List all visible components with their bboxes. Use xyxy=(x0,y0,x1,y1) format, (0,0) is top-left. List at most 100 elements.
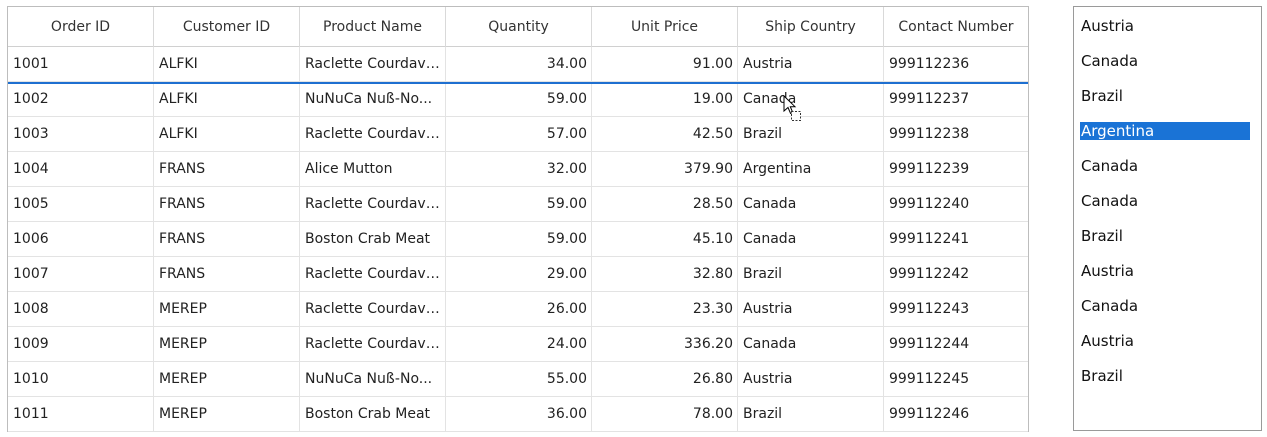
listbox-item[interactable]: Argentina xyxy=(1080,122,1250,140)
cell-order-id[interactable]: 1005 xyxy=(8,187,154,221)
cell-contact-number[interactable]: 999112245 xyxy=(884,362,1028,396)
cell-contact-number[interactable]: 999112243 xyxy=(884,292,1028,326)
listbox-item[interactable]: Canada xyxy=(1080,52,1250,70)
cell-ship-country[interactable]: Brazil xyxy=(738,257,884,291)
listbox-item[interactable]: Canada xyxy=(1080,297,1250,315)
cell-quantity[interactable]: 59.00 xyxy=(446,82,592,116)
cell-unit-price[interactable]: 379.90 xyxy=(592,152,738,186)
column-header-quantity[interactable]: Quantity xyxy=(446,7,592,47)
cell-product-name[interactable]: NuNuCa Nuß-No... xyxy=(300,82,446,116)
cell-order-id[interactable]: 1008 xyxy=(8,292,154,326)
cell-product-name[interactable]: Raclette Courdava... xyxy=(300,187,446,221)
cell-product-name[interactable]: Alice Mutton xyxy=(300,152,446,186)
table-row[interactable]: 1011 MEREP Boston Crab Meat 36.00 78.00 Brazi… xyxy=(8,397,1028,432)
country-listbox[interactable]: Austria Canada Brazil Argentina Canada Canada… xyxy=(1073,6,1262,431)
data-grid[interactable]: Order ID Customer ID Product Name Quanti… xyxy=(7,6,1029,432)
cell-ship-country[interactable]: Brazil xyxy=(738,117,884,151)
cell-customer-id[interactable]: FRANS xyxy=(154,187,300,221)
cell-order-id[interactable]: 1011 xyxy=(8,397,154,431)
cell-ship-country[interactable]: Canada xyxy=(738,187,884,221)
listbox-item[interactable]: Austria xyxy=(1080,262,1250,280)
cell-product-name[interactable]: Raclette Courdava... xyxy=(300,257,446,291)
cell-product-name[interactable]: Raclette Courdava... xyxy=(300,327,446,361)
cell-contact-number[interactable]: 999112241 xyxy=(884,222,1028,256)
cell-contact-number[interactable]: 999112236 xyxy=(884,47,1028,81)
cell-contact-number[interactable]: 999112246 xyxy=(884,397,1028,431)
cell-customer-id[interactable]: FRANS xyxy=(154,152,300,186)
cell-order-id[interactable]: 1001 xyxy=(8,47,154,81)
cell-order-id[interactable]: 1009 xyxy=(8,327,154,361)
column-header-product-name[interactable]: Product Name xyxy=(300,7,446,47)
cell-order-id[interactable]: 1010 xyxy=(8,362,154,396)
cell-quantity[interactable]: 29.00 xyxy=(446,257,592,291)
cell-ship-country[interactable]: Austria xyxy=(738,362,884,396)
listbox-item[interactable]: Canada xyxy=(1080,157,1250,175)
cell-ship-country[interactable]: Canada xyxy=(738,222,884,256)
cell-product-name[interactable]: Raclette Courdava... xyxy=(300,47,446,81)
listbox-item[interactable]: Brazil xyxy=(1080,367,1250,385)
cell-customer-id[interactable]: MEREP xyxy=(154,362,300,396)
cell-customer-id[interactable]: ALFKI xyxy=(154,117,300,151)
column-header-unit-price[interactable]: Unit Price xyxy=(592,7,738,47)
cell-unit-price[interactable]: 42.50 xyxy=(592,117,738,151)
listbox-item[interactable]: Canada xyxy=(1080,192,1250,210)
cell-ship-country[interactable]: Canada xyxy=(738,327,884,361)
cell-ship-country[interactable]: Austria xyxy=(738,292,884,326)
cell-ship-country[interactable]: Brazil xyxy=(738,397,884,431)
cell-contact-number[interactable]: 999112237 xyxy=(884,82,1028,116)
cell-contact-number[interactable]: 999112238 xyxy=(884,117,1028,151)
cell-contact-number[interactable]: 999112239 xyxy=(884,152,1028,186)
cell-contact-number[interactable]: 999112242 xyxy=(884,257,1028,291)
table-row[interactable]: 1010 MEREP NuNuCa Nuß-No... 55.00 26.80 Austr… xyxy=(8,362,1028,397)
cell-quantity[interactable]: 24.00 xyxy=(446,327,592,361)
listbox-item[interactable]: Brazil xyxy=(1080,227,1250,245)
cell-customer-id[interactable]: ALFKI xyxy=(154,82,300,116)
cell-unit-price[interactable]: 26.80 xyxy=(592,362,738,396)
cell-customer-id[interactable]: FRANS xyxy=(154,222,300,256)
cell-unit-price[interactable]: 336.20 xyxy=(592,327,738,361)
cell-quantity[interactable]: 57.00 xyxy=(446,117,592,151)
cell-customer-id[interactable]: MEREP xyxy=(154,327,300,361)
cell-unit-price[interactable]: 78.00 xyxy=(592,397,738,431)
table-row[interactable]: 1005 FRANS Raclette Courdava... 59.00 28.50 C… xyxy=(8,187,1028,222)
cell-customer-id[interactable]: MEREP xyxy=(154,397,300,431)
table-row[interactable]: 1001 ALFKI Raclette Courdava... 34.00 91.00 A… xyxy=(8,47,1028,82)
table-row[interactable]: 1006 FRANS Boston Crab Meat 59.00 45.10 Canad… xyxy=(8,222,1028,257)
listbox-item[interactable]: Austria xyxy=(1080,17,1250,35)
cell-quantity[interactable]: 32.00 xyxy=(446,152,592,186)
cell-product-name[interactable]: NuNuCa Nuß-No... xyxy=(300,362,446,396)
cell-product-name[interactable]: Boston Crab Meat xyxy=(300,222,446,256)
column-header-order-id[interactable]: Order ID xyxy=(8,7,154,47)
cell-contact-number[interactable]: 999112244 xyxy=(884,327,1028,361)
cell-product-name[interactable]: Raclette Courdava... xyxy=(300,292,446,326)
cell-quantity[interactable]: 55.00 xyxy=(446,362,592,396)
column-header-customer-id[interactable]: Customer ID xyxy=(154,7,300,47)
column-header-contact-number[interactable]: Contact Number xyxy=(884,7,1028,47)
cell-product-name[interactable]: Boston Crab Meat xyxy=(300,397,446,431)
listbox-item[interactable]: Austria xyxy=(1080,332,1250,350)
column-header-ship-country[interactable]: Ship Country xyxy=(738,7,884,47)
cell-order-id[interactable]: 1004 xyxy=(8,152,154,186)
cell-ship-country[interactable]: Argentina xyxy=(738,152,884,186)
cell-quantity[interactable]: 36.00 xyxy=(446,397,592,431)
cell-customer-id[interactable]: FRANS xyxy=(154,257,300,291)
table-row[interactable]: 1003 ALFKI Raclette Courdava... 57.00 42.50 B… xyxy=(8,117,1028,152)
table-row[interactable]: 1008 MEREP Raclette Courdava... 26.00 23.30 A… xyxy=(8,292,1028,327)
cell-quantity[interactable]: 59.00 xyxy=(446,222,592,256)
cell-product-name[interactable]: Raclette Courdava... xyxy=(300,117,446,151)
cell-order-id[interactable]: 1003 xyxy=(8,117,154,151)
cell-customer-id[interactable]: MEREP xyxy=(154,292,300,326)
table-row[interactable]: 1007 FRANS Raclette Courdava... 29.00 32.80 B… xyxy=(8,257,1028,292)
cell-ship-country[interactable]: Canada xyxy=(738,82,884,116)
cell-contact-number[interactable]: 999112240 xyxy=(884,187,1028,221)
cell-unit-price[interactable]: 45.10 xyxy=(592,222,738,256)
cell-quantity[interactable]: 59.00 xyxy=(446,187,592,221)
table-row[interactable]: 1009 MEREP Raclette Courdava... 24.00 336.20… xyxy=(8,327,1028,362)
cell-order-id[interactable]: 1002 xyxy=(8,82,154,116)
cell-ship-country[interactable]: Austria xyxy=(738,47,884,81)
cell-order-id[interactable]: 1006 xyxy=(8,222,154,256)
listbox-item[interactable]: Brazil xyxy=(1080,87,1250,105)
cell-quantity[interactable]: 34.00 xyxy=(446,47,592,81)
table-row[interactable]: 1002 ALFKI NuNuCa Nuß-No... 59.00 19.00 Canad… xyxy=(8,82,1028,117)
cell-unit-price[interactable]: 19.00 xyxy=(592,82,738,116)
